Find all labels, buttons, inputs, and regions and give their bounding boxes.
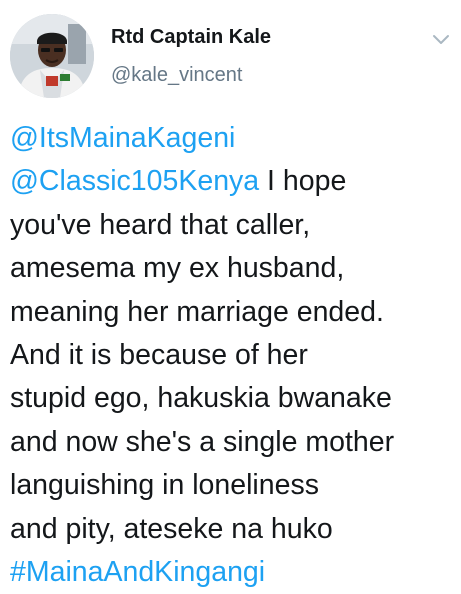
tweet-line: you've heard that caller, bbox=[10, 208, 311, 241]
mention-link[interactable]: @ItsMainaKageni bbox=[10, 122, 235, 154]
avatar[interactable] bbox=[10, 14, 94, 98]
tweet-line: stupid ego, hakuskia bwanake bbox=[10, 382, 392, 415]
tweet-line: languishing in loneliness bbox=[10, 469, 319, 502]
avatar-photo bbox=[10, 14, 94, 98]
tweet-card: Rtd Captain Kale @kale_vincent @ItsMaina… bbox=[0, 0, 461, 588]
hashtag-link[interactable]: #MainaAndKingangi bbox=[10, 556, 265, 588]
tweet-line: and now she's a single mother bbox=[10, 425, 395, 458]
tweet-line: @Classic105Kenya I hope bbox=[10, 160, 458, 203]
mention-link[interactable]: @Classic105Kenya bbox=[10, 165, 259, 197]
author-display-name[interactable]: Rtd Captain Kale bbox=[111, 26, 271, 49]
tweet-line: #MainaAndKingangi bbox=[10, 551, 458, 594]
tweet-line: meaning her marriage ended. bbox=[10, 295, 384, 328]
tweet-text: @ItsMainaKageni @Classic105Kenya I hope … bbox=[10, 117, 458, 594]
tweet-text-fragment: I hope bbox=[259, 165, 347, 198]
tweet-line: And it is because of her bbox=[10, 339, 308, 372]
chevron-down-icon[interactable] bbox=[430, 28, 452, 50]
tweet-line: and pity, ateseke na huko bbox=[10, 512, 333, 545]
tweet-line: @ItsMainaKageni bbox=[10, 117, 458, 160]
author-handle[interactable]: @kale_vincent bbox=[111, 64, 242, 87]
tweet-line: amesema my ex husband, bbox=[10, 252, 345, 285]
